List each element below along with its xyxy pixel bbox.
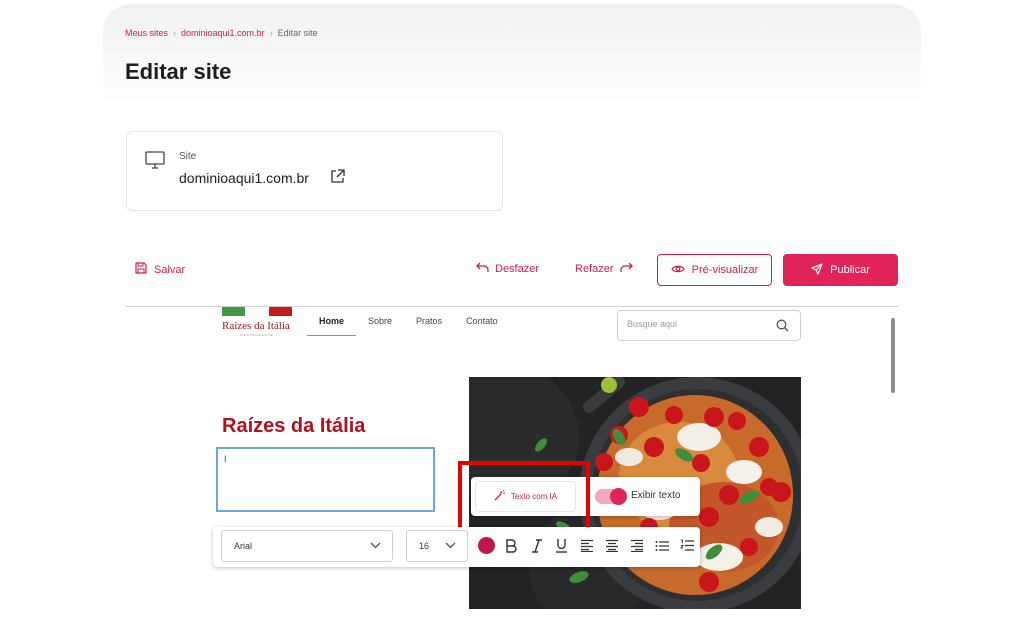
publish-button[interactable]: Publicar xyxy=(783,254,898,286)
publish-label: Publicar xyxy=(830,264,870,276)
italic-icon[interactable] xyxy=(528,537,545,554)
show-text-label: Exibir texto xyxy=(631,490,681,501)
color-swatch xyxy=(478,537,495,554)
breadcrumb-domain[interactable]: dominioaqui1.com.br xyxy=(181,28,265,38)
header-panel xyxy=(103,4,921,104)
eye-icon xyxy=(670,264,685,277)
site-nav: Home Sobre Pratos Contato xyxy=(307,316,510,336)
italy-flag xyxy=(222,307,292,316)
search-icon[interactable] xyxy=(776,319,789,337)
nav-item-pratos[interactable]: Pratos xyxy=(404,316,454,336)
chevron-down-icon xyxy=(370,541,381,551)
logo-subtitle: RESTAURANTE xyxy=(240,333,274,337)
breadcrumb-meus-sites[interactable]: Meus sites xyxy=(125,28,168,38)
site-search xyxy=(617,310,801,341)
preview-scrollbar[interactable] xyxy=(891,318,895,393)
nav-item-home[interactable]: Home xyxy=(307,316,357,336)
redo-icon xyxy=(619,262,633,276)
breadcrumb-separator: › xyxy=(269,28,273,38)
font-size-value: 16 xyxy=(419,541,430,551)
highlight-box xyxy=(458,461,590,532)
breadcrumb-current: Editar site xyxy=(277,28,318,38)
preview-label: Pré-visualizar xyxy=(691,264,759,276)
send-icon xyxy=(811,262,823,278)
align-center-icon[interactable] xyxy=(603,537,620,554)
align-right-icon[interactable] xyxy=(628,537,645,554)
numbered-list-icon[interactable] xyxy=(678,537,695,554)
site-logo[interactable]: Raízes da Itália RESTAURANTE xyxy=(222,307,292,337)
page-title: Editar site xyxy=(125,59,232,84)
nav-item-sobre[interactable]: Sobre xyxy=(356,316,404,336)
format-tools xyxy=(478,537,695,554)
save-button[interactable]: Salvar xyxy=(135,262,185,277)
text-editor-area[interactable]: I xyxy=(216,447,435,512)
breadcrumb: Meus sites › dominioaqui1.com.br › Edita… xyxy=(125,28,318,38)
breadcrumb-separator: › xyxy=(173,28,177,38)
font-family-value: Arial xyxy=(234,541,253,551)
save-label: Salvar xyxy=(154,263,186,276)
chevron-down-icon xyxy=(445,541,456,551)
undo-icon xyxy=(476,262,489,276)
site-label: Site xyxy=(179,151,197,162)
search-input[interactable] xyxy=(627,319,767,329)
site-card: Site dominioaqui1.com.br xyxy=(126,131,503,211)
show-text-toggle[interactable] xyxy=(595,488,627,505)
site-domain: dominioaqui1.com.br xyxy=(179,170,309,186)
format-toolbar: Arial 16 xyxy=(213,527,700,567)
text-color-button[interactable] xyxy=(478,537,495,554)
bullet-list-icon[interactable] xyxy=(653,537,670,554)
nav-item-contato[interactable]: Contato xyxy=(454,316,510,336)
underline-icon[interactable] xyxy=(553,537,570,554)
font-family-select[interactable]: Arial xyxy=(221,530,393,562)
toggle-knob xyxy=(610,488,627,505)
undo-button[interactable]: Desfazer xyxy=(476,262,539,276)
redo-label: Refazer xyxy=(575,263,614,275)
monitor-icon xyxy=(145,151,165,174)
hero-title[interactable]: Raízes da Itália xyxy=(222,415,365,438)
font-size-select[interactable]: 16 xyxy=(406,530,468,562)
save-icon xyxy=(135,262,147,277)
external-link-icon[interactable] xyxy=(330,169,345,189)
logo-name: Raízes da Itália xyxy=(222,320,290,332)
align-left-icon[interactable] xyxy=(578,537,595,554)
preview-button[interactable]: Pré-visualizar xyxy=(657,254,772,286)
bold-icon[interactable] xyxy=(503,537,520,554)
redo-button[interactable]: Refazer xyxy=(575,262,633,276)
undo-label: Desfazer xyxy=(495,263,540,275)
